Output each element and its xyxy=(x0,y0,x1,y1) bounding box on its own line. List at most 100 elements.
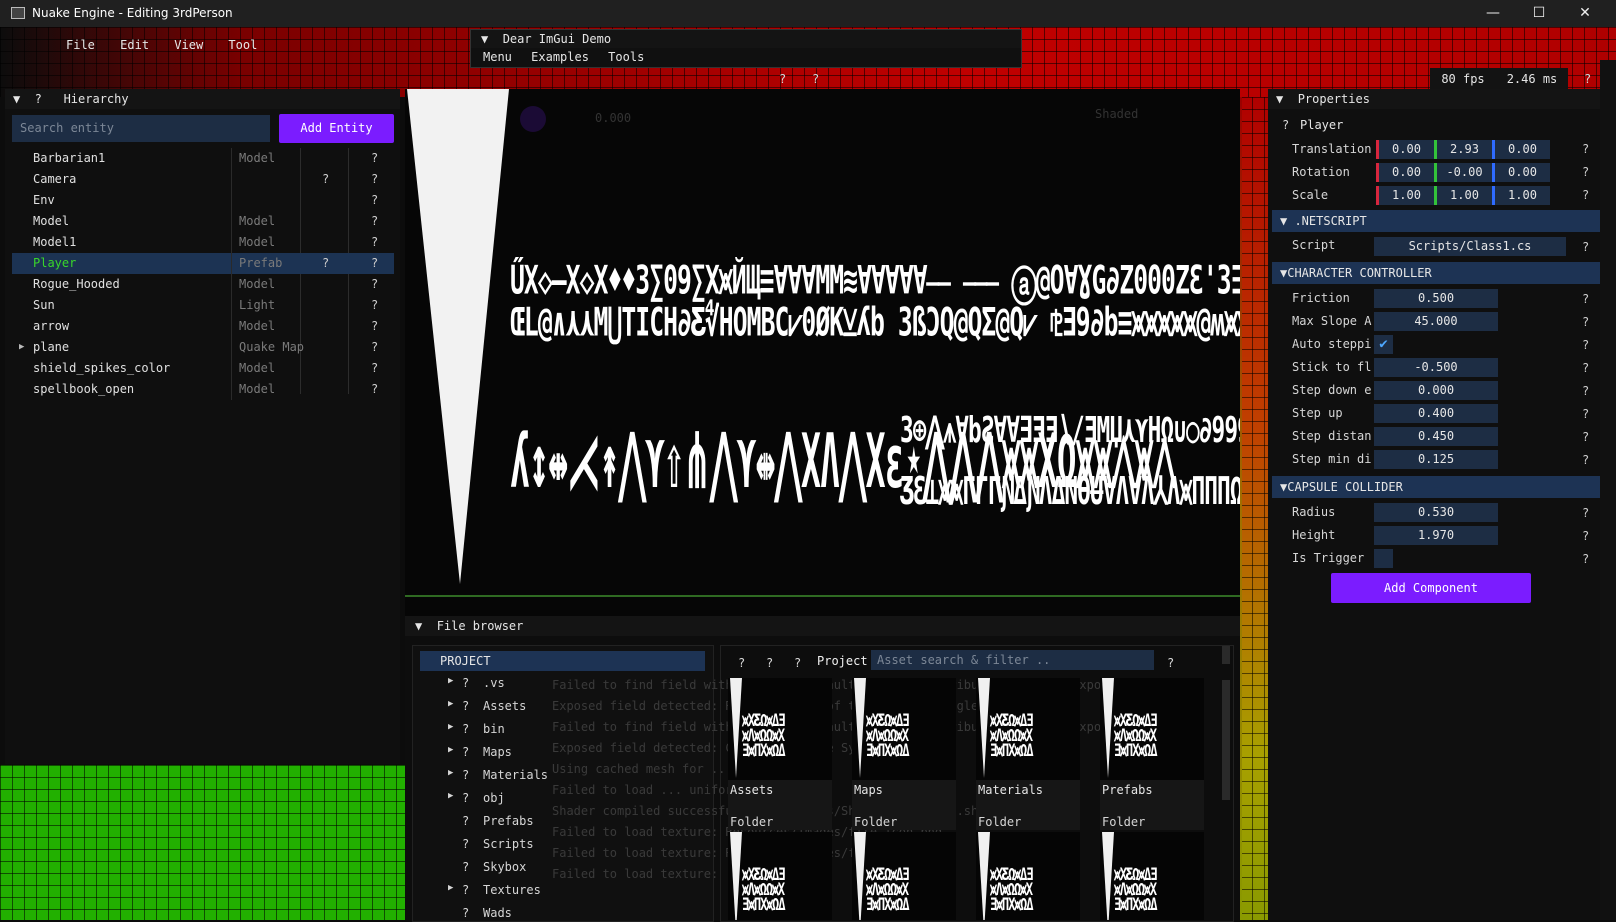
entity-row[interactable]: Camera?? xyxy=(12,169,394,190)
entity-row[interactable]: ▶ plane Quake Map? xyxy=(12,337,394,358)
asset-search-input[interactable]: Asset search & filter .. xyxy=(871,650,1154,670)
cc-field-help-icon[interactable]: ? xyxy=(1582,315,1589,329)
maximize-button[interactable]: ☐ xyxy=(1516,0,1562,27)
tree-item-label[interactable]: Wads xyxy=(483,906,512,920)
entity-row[interactable]: Player Prefab?? xyxy=(12,253,394,274)
entity-options-icon[interactable]: ? xyxy=(371,379,378,400)
script-help-icon[interactable]: ? xyxy=(1582,240,1589,254)
cc-field-help-icon[interactable]: ? xyxy=(1582,430,1589,444)
tree-item-label[interactable]: Prefabs xyxy=(483,814,534,828)
imgui-menu-examples[interactable]: Examples xyxy=(531,48,589,66)
entity-options-icon[interactable]: ? xyxy=(371,169,378,190)
cc-field-value[interactable]: 0.000 xyxy=(1374,381,1498,400)
cc-field-help-icon[interactable]: ? xyxy=(1582,453,1589,467)
tree-root-project[interactable]: PROJECT xyxy=(420,651,705,671)
toolbar-help-3[interactable]: ? xyxy=(1584,72,1591,86)
collider-field-help-icon[interactable]: ? xyxy=(1582,506,1589,520)
tree-expand-arrow-icon[interactable]: ▶ xyxy=(448,791,453,801)
transform-rotation-y[interactable]: -0.00 xyxy=(1434,163,1492,182)
transform-scale-reset-icon[interactable]: ? xyxy=(1582,188,1589,202)
asset-tile[interactable]: ⩙XƸΩ⩙ΔƎ ⩙Ʌ⩙ΩΩ⩙X Ǝ⩙ΠX⩙ΩΔ xyxy=(1100,832,1204,920)
viewport-shading-select[interactable]: Shaded xyxy=(1095,107,1138,121)
transform-translation-z[interactable]: 0.00 xyxy=(1492,140,1550,159)
tree-item-label[interactable]: Maps xyxy=(483,745,512,759)
tree-item-label[interactable]: obj xyxy=(483,791,505,805)
cc-field-help-icon[interactable]: ? xyxy=(1582,384,1589,398)
menu-edit[interactable]: Edit xyxy=(120,38,149,52)
toolbar-help-1[interactable]: ? xyxy=(779,72,786,86)
tree-expand-arrow-icon[interactable]: ▶ xyxy=(448,722,453,732)
asset-tile[interactable]: ⩙XƸΩ⩙ΔƎ ⩙Ʌ⩙ΩΩ⩙X Ǝ⩙ΠX⩙ΩΔ xyxy=(852,832,956,920)
cc-field-help-icon[interactable]: ? xyxy=(1582,361,1589,375)
transform-rotation-z[interactable]: 0.00 xyxy=(1492,163,1550,182)
entity-options-icon[interactable]: ? xyxy=(371,190,378,211)
cc-field-help-icon[interactable]: ? xyxy=(1582,407,1589,421)
transform-translation-reset-icon[interactable]: ? xyxy=(1582,142,1589,156)
tree-item-label[interactable]: Scripts xyxy=(483,837,534,851)
cc-field-value[interactable]: 0.125 xyxy=(1374,450,1498,469)
minimize-button[interactable]: — xyxy=(1470,0,1516,27)
tree-item-label[interactable]: bin xyxy=(483,722,505,736)
expand-arrow-icon[interactable]: ▶ xyxy=(19,337,24,358)
transform-rotation-x[interactable]: 0.00 xyxy=(1376,163,1434,182)
asset-grid-scrollbar[interactable] xyxy=(1222,680,1230,800)
asset-tile[interactable]: ⩙XƸΩ⩙ΔƎ ⩙Ʌ⩙ΩΩ⩙X Ǝ⩙ΠX⩙ΩΔ xyxy=(976,832,1080,920)
entity-row[interactable]: Env? xyxy=(12,190,394,211)
collider-field-help-icon[interactable]: ? xyxy=(1582,552,1589,566)
tree-expand-arrow-icon[interactable]: ▶ xyxy=(448,883,453,893)
asset-tile[interactable]: ⩙XƸΩ⩙ΔƎ ⩙Ʌ⩙ΩΩ⩙X Ǝ⩙ΠX⩙ΩΔ Maps Folder xyxy=(852,678,956,830)
asset-tile[interactable]: ⩙XƸΩ⩙ΔƎ ⩙Ʌ⩙ΩΩ⩙X Ǝ⩙ΠX⩙ΩΔ Prefabs Folder xyxy=(1100,678,1204,830)
entity-row[interactable]: Sun Light? xyxy=(12,295,394,316)
hierarchy-header[interactable]: ▼ ? Hierarchy xyxy=(5,89,400,109)
transform-scale-z[interactable]: 1.00 xyxy=(1492,186,1550,205)
entity-row[interactable]: arrow Model? xyxy=(12,316,394,337)
collider-field-value[interactable]: 0.530 xyxy=(1374,503,1498,522)
toolbar-help-2[interactable]: ? xyxy=(812,72,819,86)
nav-forward-icon[interactable]: ? xyxy=(766,656,773,670)
entity-row[interactable]: Barbarian1 Model? xyxy=(12,148,394,169)
entity-search-input[interactable]: Search entity xyxy=(12,115,270,142)
entity-row[interactable]: shield_spikes_color Model? xyxy=(12,358,394,379)
cc-field-help-icon[interactable]: ? xyxy=(1582,338,1589,352)
cc-field-value[interactable]: 0.500 xyxy=(1374,289,1498,308)
tree-item-label[interactable]: Assets xyxy=(483,699,526,713)
capsule-collider-section-header[interactable]: ▼CAPSULE COLLIDER xyxy=(1272,476,1608,498)
transform-rotation-reset-icon[interactable]: ? xyxy=(1582,165,1589,179)
cc-field-value[interactable]: -0.500 xyxy=(1374,358,1498,377)
collider-field-help-icon[interactable]: ? xyxy=(1582,529,1589,543)
tree-item-label[interactable]: .vs xyxy=(483,676,505,690)
entity-visibility-icon[interactable]: ? xyxy=(322,169,329,190)
menu-tool[interactable]: Tool xyxy=(228,38,257,52)
transform-scale-y[interactable]: 1.00 xyxy=(1434,186,1492,205)
scene-viewport[interactable]: 0.000 Shaded ŰX◇–X◇X♦♦3∑09∑X⩙ЙЩ≡∀∀∀MM≋∀∀… xyxy=(405,89,1240,616)
asset-search-help-icon[interactable]: ? xyxy=(1167,656,1174,670)
menu-view[interactable]: View xyxy=(174,38,203,52)
script-path-field[interactable]: Scripts/Class1.cs xyxy=(1374,237,1566,256)
menu-file[interactable]: File xyxy=(66,38,95,52)
breadcrumb-project[interactable]: Project xyxy=(817,654,868,668)
cc-field-help-icon[interactable]: ? xyxy=(1582,292,1589,306)
auto-stepping-checkbox[interactable]: ✔ xyxy=(1374,335,1393,354)
refresh-icon[interactable]: ? xyxy=(794,656,801,670)
asset-tile[interactable]: ⩙XƸΩ⩙ΔƎ ⩙Ʌ⩙ΩΩ⩙X Ǝ⩙ΠX⩙ΩΔ Materials Folder xyxy=(976,678,1080,830)
tree-item-label[interactable]: Materials xyxy=(483,768,548,782)
entity-row[interactable]: Model1 Model? xyxy=(12,232,394,253)
tree-expand-arrow-icon[interactable]: ▶ xyxy=(448,699,453,709)
tree-expand-arrow-icon[interactable]: ▶ xyxy=(448,676,453,686)
entity-row[interactable]: Rogue_Hooded Model? xyxy=(12,274,394,295)
transform-scale-x[interactable]: 1.00 xyxy=(1376,186,1434,205)
entity-options-icon[interactable]: ? xyxy=(371,148,378,169)
entity-options-icon[interactable]: ? xyxy=(371,358,378,379)
transform-translation-x[interactable]: 0.00 xyxy=(1376,140,1434,159)
viewport-value[interactable]: 0.000 xyxy=(595,111,631,125)
add-entity-button[interactable]: Add Entity xyxy=(279,114,394,143)
cc-field-value[interactable]: 45.000 xyxy=(1374,312,1498,331)
add-component-button[interactable]: Add Component xyxy=(1331,573,1531,603)
entity-row[interactable]: Model Model? xyxy=(12,211,394,232)
entity-options-icon[interactable]: ? xyxy=(371,274,378,295)
imgui-menu-tools[interactable]: Tools xyxy=(608,48,644,66)
entity-options-icon[interactable]: ? xyxy=(371,295,378,316)
netscript-section-header[interactable]: ▼ .NETSCRIPT xyxy=(1272,210,1608,232)
nav-back-icon[interactable]: ? xyxy=(738,656,745,670)
asset-tile[interactable]: ⩙XƸΩ⩙ΔƎ ⩙Ʌ⩙ΩΩ⩙X Ǝ⩙ΠX⩙ΩΔ xyxy=(728,832,832,920)
